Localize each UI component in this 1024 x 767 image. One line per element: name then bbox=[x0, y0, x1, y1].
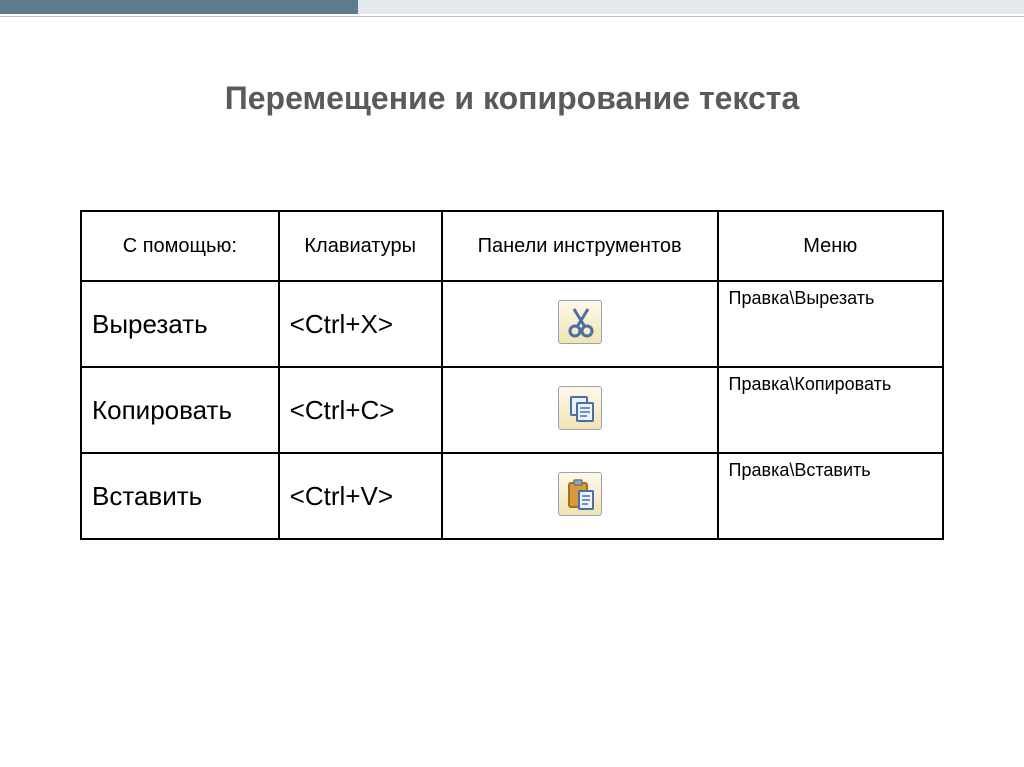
slide-top-separator bbox=[0, 16, 1024, 17]
toolbar-icon-cell bbox=[442, 367, 718, 453]
slide-title: Перемещение и копирование текста bbox=[0, 80, 1024, 117]
menu-path: Правка\Вырезать bbox=[718, 281, 943, 367]
header-toolbar: Панели инструментов bbox=[442, 211, 718, 281]
table-header-row: С помощью: Клавиатуры Панели инструменто… bbox=[81, 211, 943, 281]
table-row: Копировать <Ctrl+C> Правка\Копировать bbox=[81, 367, 943, 453]
menu-path: Правка\Вставить bbox=[718, 453, 943, 539]
table-row: Вырезать <Ctrl+X> Правка\Вырезать bbox=[81, 281, 943, 367]
copy-icon bbox=[558, 386, 602, 430]
header-with: С помощью: bbox=[81, 211, 279, 281]
toolbar-icon-cell bbox=[442, 281, 718, 367]
action-label: Вырезать bbox=[81, 281, 279, 367]
toolbar-icon-cell bbox=[442, 453, 718, 539]
shortcut-label: <Ctrl+X> bbox=[279, 281, 442, 367]
table-row: Вставить <Ctrl+V> Правка\Вставить bbox=[81, 453, 943, 539]
header-keyboard: Клавиатуры bbox=[279, 211, 442, 281]
shortcuts-table: С помощью: Клавиатуры Панели инструменто… bbox=[80, 210, 944, 540]
shortcut-label: <Ctrl+V> bbox=[279, 453, 442, 539]
action-label: Копировать bbox=[81, 367, 279, 453]
slide-top-stripe bbox=[0, 0, 1024, 14]
menu-path: Правка\Копировать bbox=[718, 367, 943, 453]
shortcut-label: <Ctrl+C> bbox=[279, 367, 442, 453]
action-label: Вставить bbox=[81, 453, 279, 539]
header-menu: Меню bbox=[718, 211, 943, 281]
scissors-icon bbox=[558, 300, 602, 344]
paste-icon bbox=[558, 472, 602, 516]
